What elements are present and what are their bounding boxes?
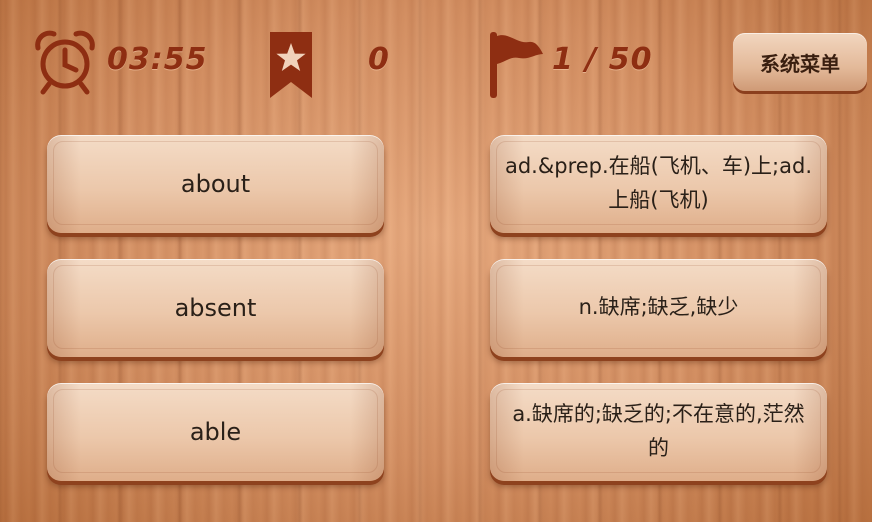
meaning-option-label: ad.&prep.在船(飞机、车)上;ad.上船(飞机) <box>504 154 812 212</box>
system-menu-button[interactable]: 系统菜单 <box>733 33 867 91</box>
timer-display: 03:55 <box>107 42 208 77</box>
star-bookmark-icon <box>268 30 314 100</box>
alarm-clock-icon <box>32 28 98 96</box>
meaning-option-1[interactable]: ad.&prep.在船(飞机、车)上;ad.上船(飞机) <box>490 135 827 233</box>
word-option-label: able <box>189 417 242 446</box>
word-option-2[interactable]: absent <box>47 259 384 357</box>
score-display: 0 <box>368 42 390 77</box>
progress-display: 1 / 50 <box>552 42 653 77</box>
meaning-option-label: n.缺席;缺乏,缺少 <box>578 295 739 320</box>
flag-icon <box>487 30 545 100</box>
word-option-label: absent <box>174 293 257 322</box>
meaning-option-label: a.缺席的;缺乏的;不在意的,茫然的 <box>512 402 805 460</box>
meaning-option-2[interactable]: n.缺席;缺乏,缺少 <box>490 259 827 357</box>
meaning-option-3[interactable]: a.缺席的;缺乏的;不在意的,茫然的 <box>490 383 827 481</box>
word-option-label: about <box>180 169 251 198</box>
word-option-1[interactable]: about <box>47 135 384 233</box>
word-option-3[interactable]: able <box>47 383 384 481</box>
